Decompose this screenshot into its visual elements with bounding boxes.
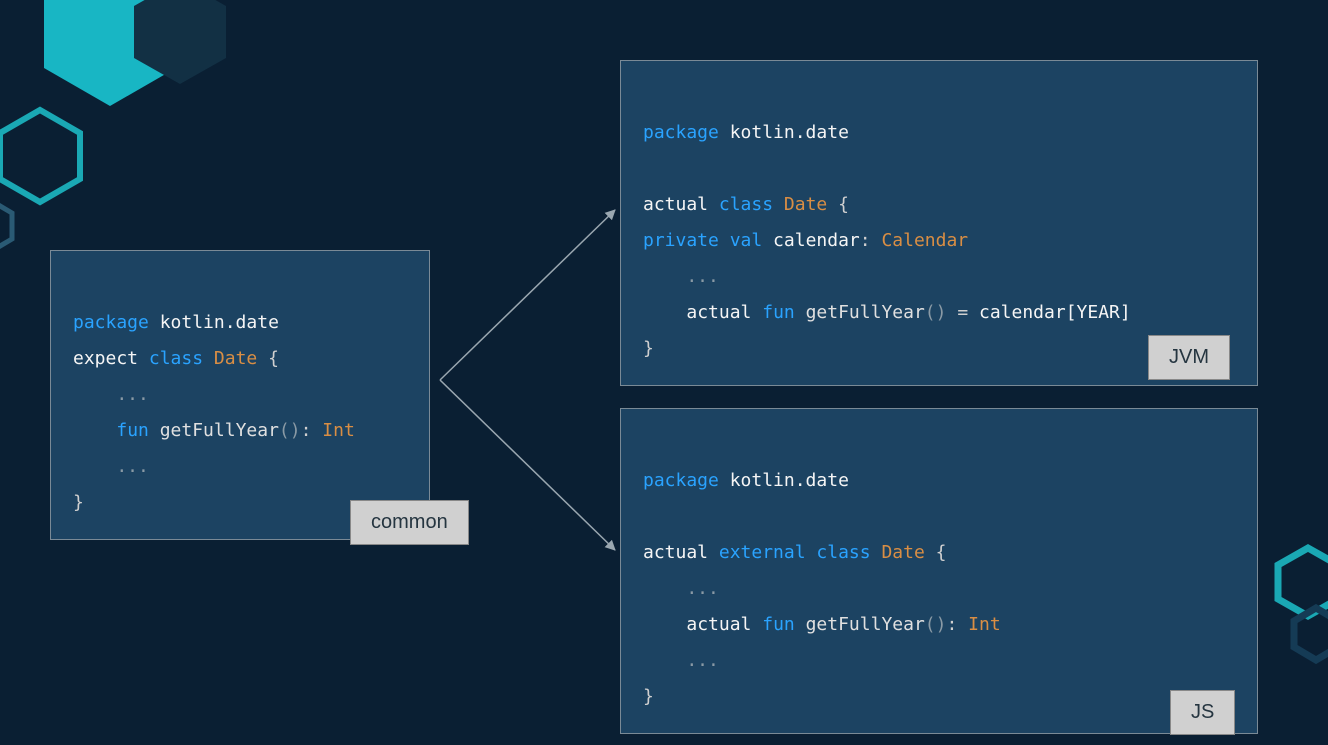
token: actual xyxy=(643,542,708,563)
token: calendar xyxy=(762,230,860,251)
token: : xyxy=(860,230,882,251)
token: Date xyxy=(784,194,827,215)
token: ... xyxy=(643,578,719,599)
token: actual xyxy=(686,614,751,635)
token: class xyxy=(816,542,870,563)
label-common: common xyxy=(350,500,469,545)
token: external xyxy=(719,542,806,563)
token: Int xyxy=(968,614,1001,635)
token: } xyxy=(643,686,654,707)
token xyxy=(643,158,654,179)
token: getFullYear xyxy=(149,420,279,441)
token: Date xyxy=(214,348,257,369)
token: : xyxy=(946,614,968,635)
token: Calendar xyxy=(881,230,968,251)
token: () xyxy=(925,614,947,635)
token: class xyxy=(719,194,773,215)
token: package xyxy=(643,122,719,143)
token: package xyxy=(643,470,719,491)
token: { xyxy=(257,348,279,369)
token xyxy=(643,506,654,527)
token: expect xyxy=(73,348,138,369)
token: fun xyxy=(762,302,795,323)
token: = xyxy=(946,302,979,323)
token: getFullYear xyxy=(795,302,925,323)
token: () xyxy=(925,302,947,323)
token: ... xyxy=(73,384,149,405)
token: val xyxy=(730,230,763,251)
token: ... xyxy=(73,456,149,477)
token: private xyxy=(643,230,719,251)
token: : xyxy=(301,420,323,441)
code-box-js: package kotlin.date actual external clas… xyxy=(620,408,1258,734)
token: Date xyxy=(881,542,924,563)
token: } xyxy=(643,338,654,359)
token: Int xyxy=(322,420,355,441)
token: fun xyxy=(116,420,149,441)
token: actual xyxy=(686,302,751,323)
token: fun xyxy=(762,614,795,635)
token: kotlin.date xyxy=(719,470,849,491)
token: kotlin.date xyxy=(149,312,279,333)
token: () xyxy=(279,420,301,441)
code-box-common: package kotlin.date expect class Date { … xyxy=(50,250,430,540)
token: package xyxy=(73,312,149,333)
label-jvm: JVM xyxy=(1148,335,1230,380)
token: calendar[YEAR] xyxy=(979,302,1131,323)
token: } xyxy=(73,492,84,513)
token: class xyxy=(149,348,203,369)
token: kotlin.date xyxy=(719,122,849,143)
token: { xyxy=(827,194,849,215)
token: actual xyxy=(643,194,708,215)
token: { xyxy=(925,542,947,563)
token: ... xyxy=(643,266,719,287)
token: getFullYear xyxy=(795,614,925,635)
token: ... xyxy=(643,650,719,671)
label-js: JS xyxy=(1170,690,1235,735)
